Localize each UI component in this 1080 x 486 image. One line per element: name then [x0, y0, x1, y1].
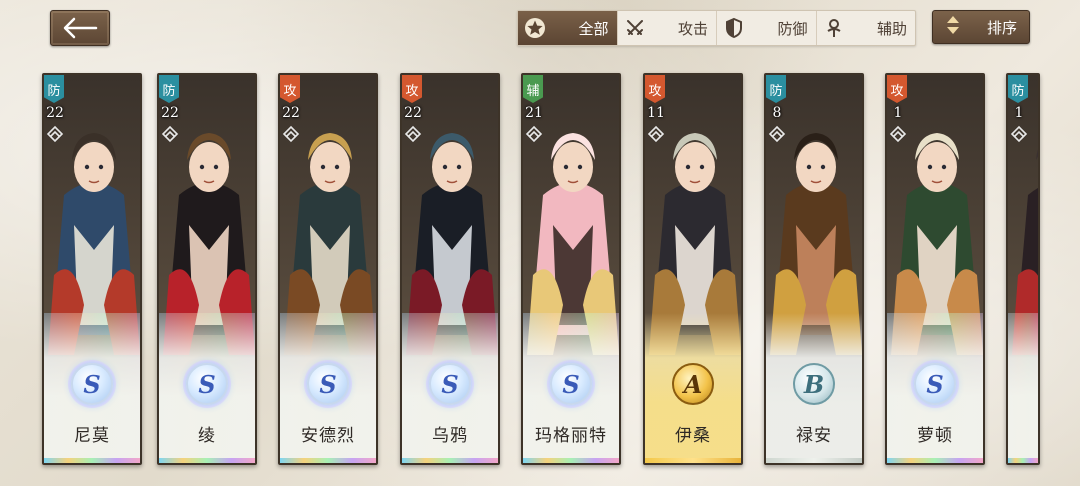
hero-level: 8 — [772, 105, 782, 121]
awaken-chevron-icon — [282, 125, 300, 143]
hero-level: 11 — [647, 105, 665, 121]
filter-label-attack: 攻击 — [677, 19, 708, 38]
hero-card[interactable]: 攻 1 S 萝顿 — [885, 73, 985, 465]
support-staff-icon — [823, 17, 845, 39]
role-badge: 攻 — [645, 75, 665, 103]
role-badge: 防 — [1008, 75, 1028, 103]
filter-tab-attack[interactable]: 攻击 — [618, 11, 717, 45]
role-badge: 防 — [44, 75, 64, 103]
awaken-chevron-icon — [161, 125, 179, 143]
arrow-left-icon — [63, 17, 98, 39]
role-badge: 攻 — [887, 75, 907, 103]
filter-tab-support[interactable]: 辅助 — [817, 11, 916, 45]
back-button[interactable] — [50, 10, 110, 46]
hero-level: 1 — [893, 105, 903, 121]
card-bottom-strip — [887, 458, 983, 463]
awaken-chevron-icon — [525, 125, 543, 143]
rank-emblem: S — [71, 363, 113, 405]
card-bottom-strip — [1008, 458, 1038, 463]
card-bottom-strip — [159, 458, 255, 463]
star-icon — [524, 17, 546, 39]
card-bottom-strip — [523, 458, 619, 463]
crossed-swords-icon — [624, 17, 646, 39]
hero-card[interactable]: 攻 11 A 伊桑 — [643, 73, 743, 465]
rank-emblem: S — [914, 363, 956, 405]
sort-arrows-icon — [943, 14, 963, 40]
hero-card[interactable]: 防1 — [1006, 73, 1040, 465]
hero-name: 绫 — [198, 426, 216, 446]
hero-level: 22 — [161, 105, 179, 121]
awaken-chevron-icon — [889, 125, 907, 143]
hero-level: 21 — [525, 105, 543, 121]
role-badge: 攻 — [280, 75, 300, 103]
card-bottom-strip — [402, 458, 498, 463]
role-badge: 防 — [159, 75, 179, 103]
rank-emblem: A — [672, 363, 714, 405]
hero-card[interactable]: 攻 22 S 安德烈 — [278, 73, 378, 465]
awaken-chevron-icon — [404, 125, 422, 143]
filter-label-all: 全部 — [578, 19, 609, 38]
sort-button[interactable]: 排序 — [932, 10, 1030, 44]
role-badge: 防 — [766, 75, 786, 103]
rank-emblem: S — [550, 363, 592, 405]
filter-label-defense: 防御 — [777, 19, 808, 38]
hero-name: 玛格丽特 — [535, 426, 607, 446]
filter-label-support: 辅助 — [876, 19, 907, 38]
hero-level: 22 — [46, 105, 64, 121]
filter-tab-defense[interactable]: 防御 — [717, 11, 817, 45]
hero-name: 禄安 — [796, 426, 832, 446]
hero-name: 乌鸦 — [432, 426, 468, 446]
rank-emblem: S — [429, 363, 471, 405]
hero-name: 萝顿 — [917, 426, 953, 446]
card-bottom-strip — [280, 458, 376, 463]
rank-emblem: S — [307, 363, 349, 405]
shield-icon — [723, 17, 745, 39]
hero-name: 尼莫 — [74, 426, 110, 446]
hero-roster-screen: 全部 攻击 防御 辅助 排序 防 22 S 尼莫 防 22 S 绫 攻 22 S… — [0, 0, 1080, 486]
awaken-chevron-icon — [647, 125, 665, 143]
role-badge: 攻 — [402, 75, 422, 103]
hero-card[interactable]: 辅 21 S 玛格丽特 — [521, 73, 621, 465]
card-nameplate-bg — [1008, 313, 1038, 463]
hero-level: 22 — [282, 105, 300, 121]
hero-card[interactable]: 攻 22 S 乌鸦 — [400, 73, 500, 465]
rank-emblem: B — [793, 363, 835, 405]
role-filter-bar: 全部 攻击 防御 辅助 — [517, 10, 916, 46]
awaken-chevron-icon — [1010, 125, 1028, 143]
hero-level: 22 — [404, 105, 422, 121]
rank-emblem: S — [186, 363, 228, 405]
sort-label: 排序 — [986, 18, 1017, 37]
role-badge: 辅 — [523, 75, 543, 103]
card-bottom-strip — [645, 458, 741, 463]
card-bottom-strip — [44, 458, 140, 463]
filter-tab-all[interactable]: 全部 — [518, 11, 618, 45]
awaken-chevron-icon — [768, 125, 786, 143]
hero-card[interactable]: 防 8 B 禄安 — [764, 73, 864, 465]
card-bottom-strip — [766, 458, 862, 463]
hero-level: 1 — [1014, 105, 1024, 121]
hero-card[interactable]: 防 22 S 尼莫 — [42, 73, 142, 465]
hero-card[interactable]: 防 22 S 绫 — [157, 73, 257, 465]
hero-name: 伊桑 — [675, 426, 711, 446]
hero-name: 安德烈 — [301, 426, 355, 446]
awaken-chevron-icon — [46, 125, 64, 143]
